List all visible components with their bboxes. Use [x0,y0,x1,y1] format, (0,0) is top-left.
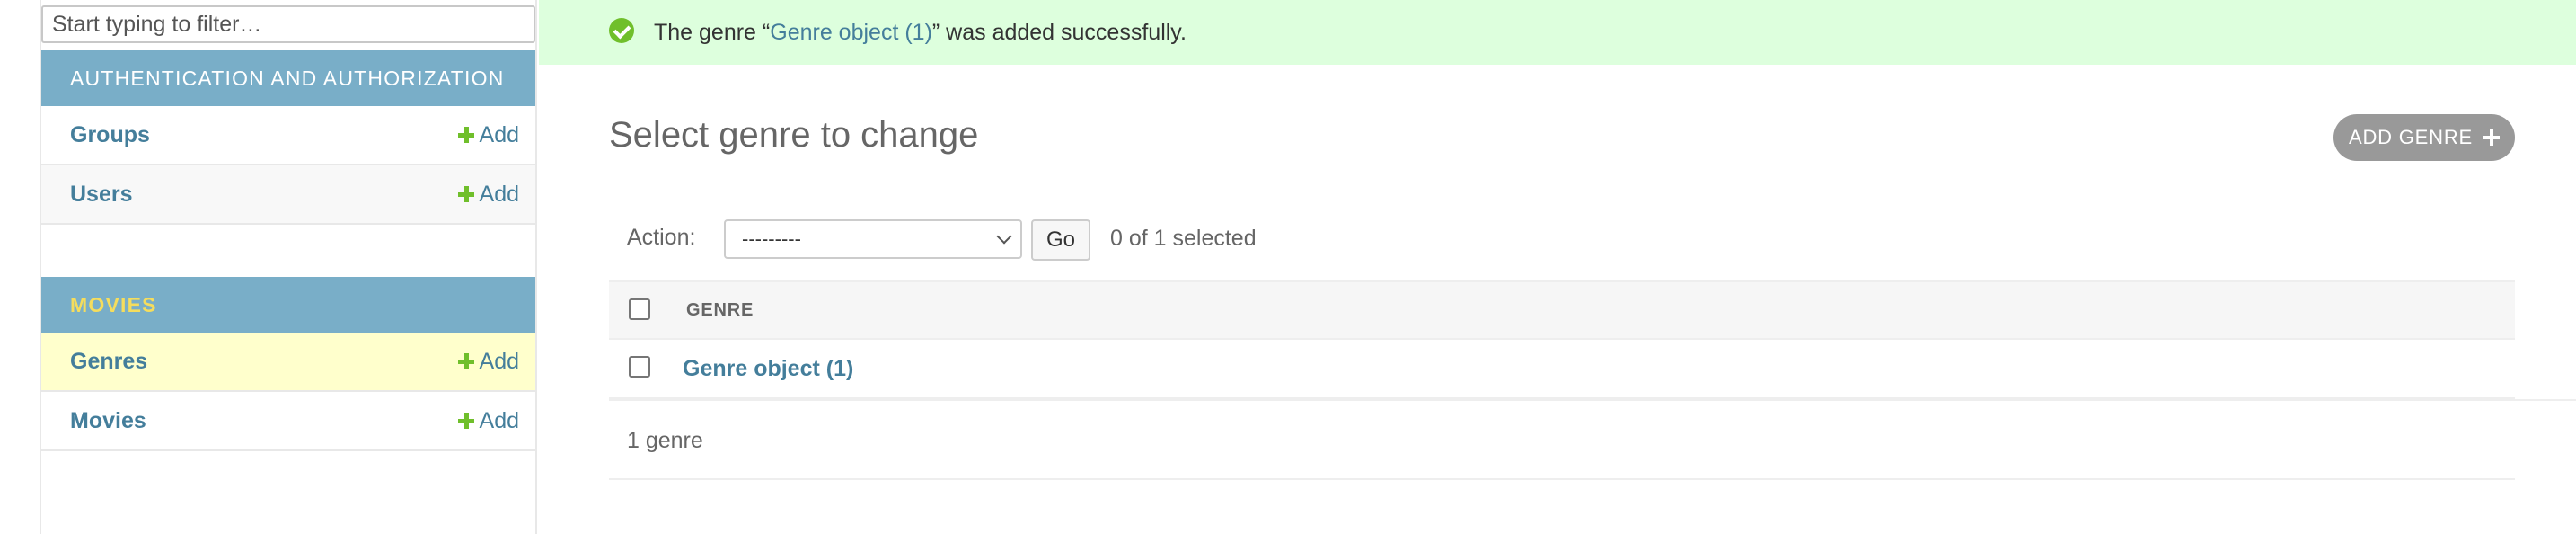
add-genre-button[interactable]: ADD GENRE [2333,114,2515,161]
plus-icon [457,353,474,369]
add-label: Add [479,181,519,207]
plus-icon [2483,129,2500,146]
message-suffix: ” was added successfully. [931,19,1187,45]
message-prefix: The genre “ [654,19,771,45]
groups-add-link[interactable]: Add [457,121,519,148]
row-object-link[interactable]: Genre object (1) [683,356,853,382]
add-label: Add [479,121,519,147]
admin-page: AUTHENTICATION AND AUTHORIZATION Groups … [0,0,2576,534]
success-message: The genre “Genre object (1)” was added s… [539,0,2576,65]
add-label: Add [479,407,519,433]
sidebar-item-users: Users Add [41,165,535,225]
movies-link[interactable]: Movies [70,408,146,434]
groups-link[interactable]: Groups [70,122,150,148]
table-header: GENRE [609,280,2515,340]
nav-filter-input[interactable] [41,5,535,43]
sidebar-item-movies: Movies Add [41,392,535,451]
selection-counter: 0 of 1 selected [1110,226,1257,251]
paginator: 1 genre [627,428,703,453]
plus-icon [457,413,474,429]
genres-add-link[interactable]: Add [457,348,519,375]
go-button[interactable]: Go [1031,219,1090,261]
message-text: The genre “Genre object (1)” was added s… [654,20,1187,46]
app-caption-movies[interactable]: MOVIES [41,277,535,333]
movies-add-link[interactable]: Add [457,407,519,434]
add-label: Add [479,348,519,374]
action-select[interactable]: --------- [724,219,1022,259]
sidebar-item-groups: Groups Add [41,106,535,165]
result-list-table: GENRE Genre object (1) [609,280,2515,399]
action-label: Action: [627,225,696,250]
genres-link[interactable]: Genres [70,349,147,375]
sidebar-item-genres: Genres Add [41,333,535,392]
select-all-checkbox[interactable] [629,298,650,320]
table-divider [609,399,2576,401]
plus-icon [457,186,474,202]
users-add-link[interactable]: Add [457,181,519,208]
column-header-genre[interactable]: GENRE [686,300,754,321]
page-title: Select genre to change [609,115,979,155]
row-checkbox[interactable] [629,356,650,378]
action-selected-value: --------- [742,227,801,250]
chevron-down-icon [996,228,1012,245]
users-link[interactable]: Users [70,182,133,208]
app-caption-auth[interactable]: AUTHENTICATION AND AUTHORIZATION [41,50,535,106]
table-row: Genre object (1) [609,340,2515,399]
paginator-divider [609,478,2515,480]
add-genre-label: ADD GENRE [2349,126,2473,148]
message-object-link[interactable]: Genre object (1) [770,20,932,45]
plus-icon [457,127,474,143]
check-circle-icon [609,18,634,43]
